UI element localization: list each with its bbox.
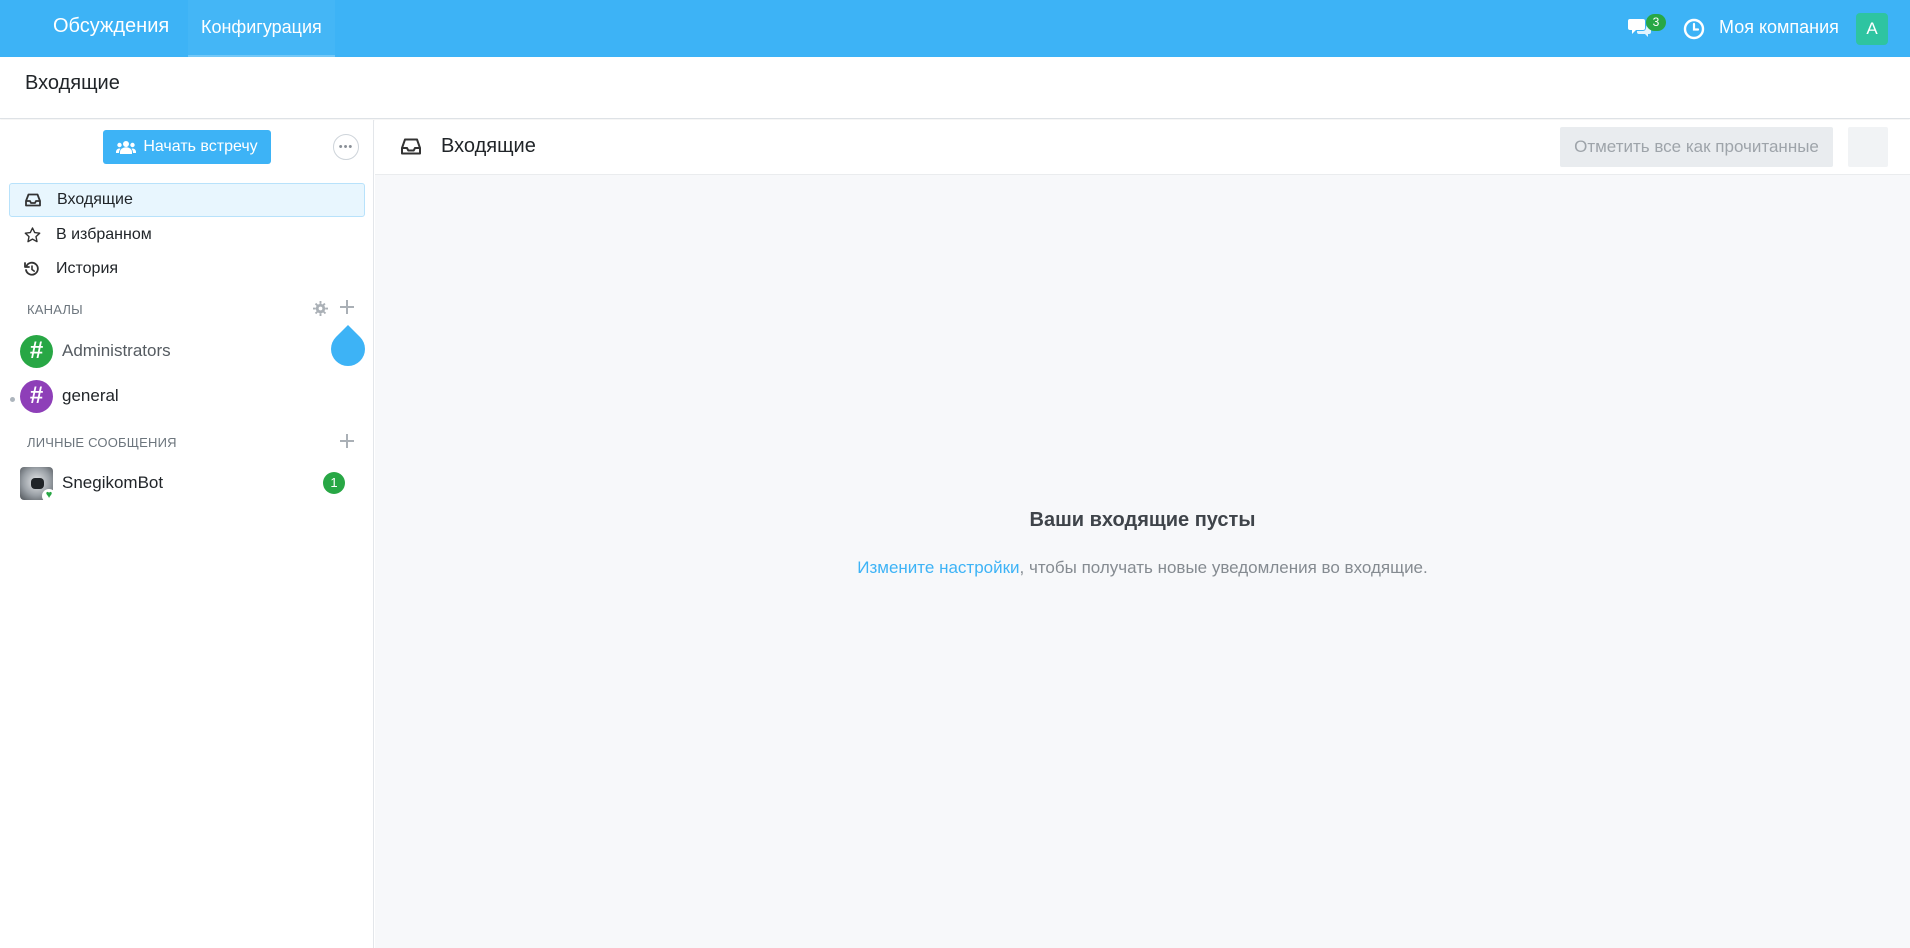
messaging-menu[interactable]: 3 <box>1628 14 1666 42</box>
menu-configuration[interactable]: Конфигурация <box>188 0 335 57</box>
app-name[interactable]: Обсуждения <box>53 15 169 38</box>
chat-unread-badge: 3 <box>1646 14 1666 31</box>
bot-avatar: ♥ <box>20 466 56 503</box>
unread-indicator <box>10 397 15 402</box>
sidebar-item-inbox[interactable]: Входящие <box>9 183 365 217</box>
thread-title: Входящие <box>441 135 536 157</box>
sidebar-item-label: В избранном <box>56 226 152 243</box>
sidebar-item-history[interactable]: История <box>9 252 365 286</box>
heart-icon: ♥ <box>42 488 56 503</box>
history-icon <box>23 261 41 277</box>
thread-header: Входящие Отметить все как прочитанные <box>375 120 1910 175</box>
start-meeting-button[interactable]: Начать встречу <box>103 130 271 164</box>
channel-item-administrators[interactable]: # Administrators <box>20 333 360 369</box>
chat-name: SnegikomBot <box>62 473 164 492</box>
thread-view: Входящие Отметить все как прочитанные Ва… <box>375 120 1910 948</box>
menu-configuration-label: Конфигурация <box>201 17 322 37</box>
empty-inbox-text: Измените настройки, чтобы получать новые… <box>375 558 1910 578</box>
change-settings-link[interactable]: Измените настройки <box>857 558 1019 577</box>
chat-item-snegikombot[interactable]: ♥ SnegikomBot 1 <box>20 465 360 503</box>
more-options-button[interactable]: ••• <box>333 134 359 160</box>
sidebar-item-starred[interactable]: В избранном <box>9 218 365 252</box>
inbox-icon <box>24 193 42 207</box>
robot-face-icon <box>31 477 44 489</box>
clock-icon[interactable] <box>1683 18 1705 40</box>
mark-all-read-button[interactable]: Отметить все как прочитанные <box>1560 127 1833 167</box>
add-chat-icon[interactable] <box>340 433 354 451</box>
channel-name: general <box>62 386 119 405</box>
empty-inbox-text-rest: , чтобы получать новые уведомления во вх… <box>1019 558 1428 577</box>
channel-name: Administrators <box>62 341 171 360</box>
channels-category-title[interactable]: КАНАЛЫ <box>27 302 83 317</box>
user-avatar[interactable]: A <box>1856 13 1888 45</box>
unread-counter-badge: 1 <box>323 472 345 494</box>
sidebar-item-label: Входящие <box>57 191 133 208</box>
channel-hash-icon: # <box>20 334 53 368</box>
discuss-sidebar: Начать встречу ••• Входящие В избранном <box>0 120 374 948</box>
control-panel: Входящие <box>0 57 1910 119</box>
sidebar-item-label: История <box>56 260 119 277</box>
top-navbar: Обсуждения Конфигурация 3 Моя компания A <box>0 0 1910 57</box>
start-meeting-label: Начать встречу <box>143 138 258 155</box>
header-placeholder-button <box>1848 127 1888 167</box>
direct-messages-category-title[interactable]: ЛИЧНЫЕ СООБЩЕНИЯ <box>27 435 177 450</box>
channel-item-general[interactable]: # general <box>20 378 360 414</box>
channel-settings-icon[interactable] <box>313 301 328 319</box>
channel-hash-icon: # <box>20 379 53 413</box>
empty-inbox-title: Ваши входящие пусты <box>1029 509 1256 531</box>
breadcrumb: Входящие <box>25 72 120 94</box>
inbox-icon <box>401 138 421 155</box>
company-switcher[interactable]: Моя компания <box>1719 17 1839 38</box>
ellipsis-icon: ••• <box>338 141 354 153</box>
star-icon <box>23 227 41 243</box>
users-icon <box>116 141 137 154</box>
add-channel-icon[interactable] <box>340 299 354 317</box>
